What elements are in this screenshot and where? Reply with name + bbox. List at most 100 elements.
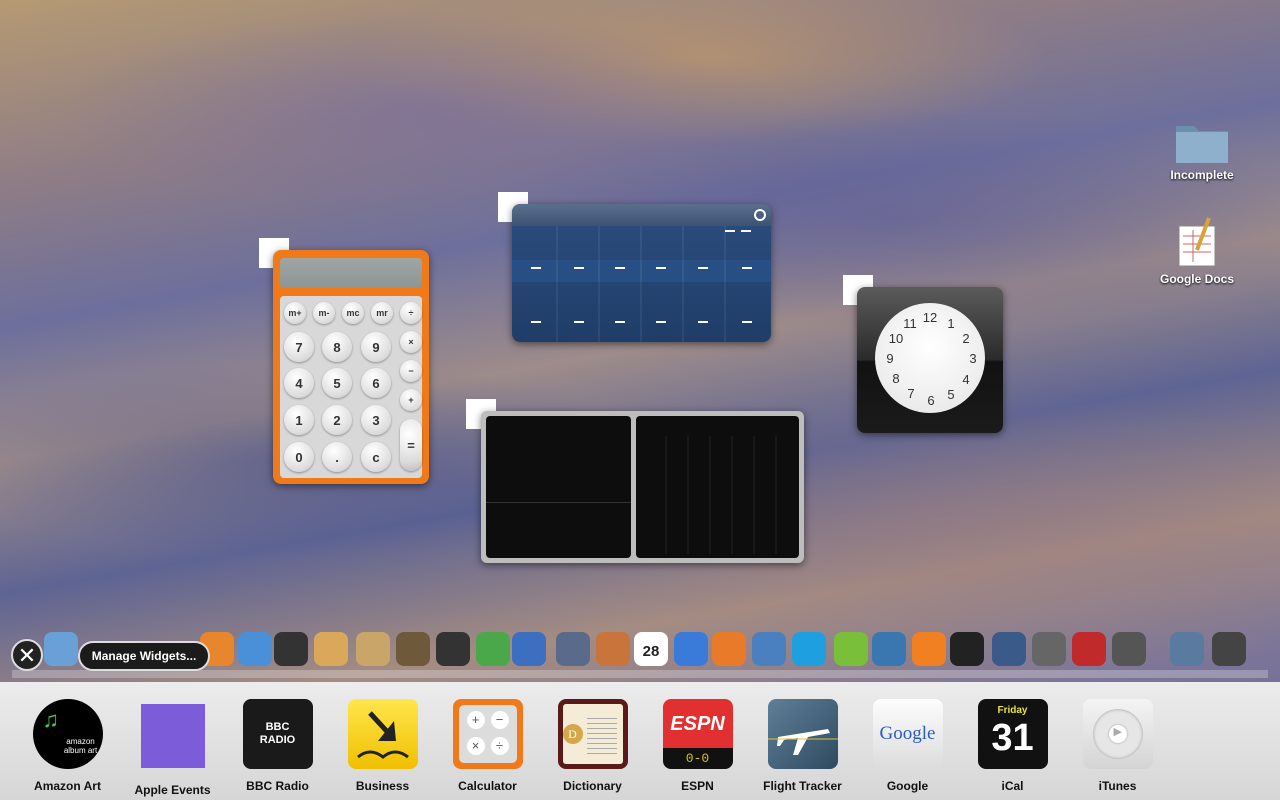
dashboard-icon[interactable]: [992, 632, 1026, 666]
widget-bar-item-apple-events[interactable]: Apple Events: [120, 682, 225, 797]
calc-key-plus[interactable]: +: [400, 389, 422, 411]
widget-bar-item-itunes[interactable]: ▶ iTunes: [1065, 682, 1170, 793]
clock-number: 9: [886, 351, 894, 366]
widget-bar-item-bbc-radio[interactable]: BBC RADIO BBC Radio: [225, 682, 330, 793]
widget-panel-left: [486, 416, 631, 558]
package-icon[interactable]: [314, 632, 348, 666]
clock-widget[interactable]: 12 1 2 3 4 5 6 7 8 9 10 11: [857, 287, 1003, 433]
people-icon[interactable]: [752, 632, 786, 666]
clock-number: 5: [947, 387, 955, 402]
widget-bar-item-label: Calculator: [458, 779, 517, 793]
calc-key-3[interactable]: 3: [361, 405, 391, 435]
finder-icon[interactable]: [44, 632, 78, 666]
vlc-icon[interactable]: [912, 632, 946, 666]
calc-key-mr[interactable]: mr: [371, 302, 393, 324]
ichat-icon[interactable]: [674, 632, 708, 666]
iphoto-icon[interactable]: [396, 632, 430, 666]
widget-bar-item-flight-tracker[interactable]: Flight Tracker: [750, 682, 855, 793]
calc-key-2[interactable]: 2: [322, 405, 352, 435]
calc-key-clear[interactable]: c: [361, 442, 391, 472]
downloads-folder-icon[interactable]: [1170, 632, 1204, 666]
keynote-icon[interactable]: [596, 632, 630, 666]
word-icon[interactable]: [512, 632, 546, 666]
amazon-art-icon: ♫ amazon album art: [32, 699, 103, 769]
itunes-icon: ▶: [1082, 699, 1153, 769]
widget-panel-right: [636, 416, 799, 558]
apple-events-icon: [140, 704, 205, 768]
widget-bar-item-label: iCal: [1001, 779, 1024, 793]
calc-key-7[interactable]: 7: [284, 332, 314, 362]
flight-tracker-icon: [767, 699, 838, 769]
calc-key-9[interactable]: 9: [361, 332, 391, 362]
calc-key-4[interactable]: 4: [284, 368, 314, 398]
widget-bar-item-google[interactable]: Google Google: [855, 682, 960, 793]
calc-key-decimal[interactable]: .: [322, 442, 352, 472]
manage-widgets-button[interactable]: Manage Widgets...: [78, 641, 210, 671]
calculator-display: [280, 258, 422, 288]
info-icon[interactable]: [754, 209, 766, 221]
pen-icon[interactable]: [556, 632, 590, 666]
calc-key-minus[interactable]: −: [400, 360, 422, 382]
sitemap-icon[interactable]: [476, 632, 510, 666]
dual-panel-widget[interactable]: [481, 411, 804, 563]
calc-key-mc[interactable]: mc: [342, 302, 364, 324]
system-preferences-icon[interactable]: [1032, 632, 1066, 666]
widget-bar-item-label: ESPN: [681, 779, 714, 793]
calculator-keypad: m+ m- mc mr ÷ 7 8 9 × 4 5 6 − 1 2 3 + 0 …: [280, 296, 422, 478]
xcode-icon[interactable]: [872, 632, 906, 666]
clock-number: 7: [907, 386, 915, 401]
clapper-icon[interactable]: [950, 632, 984, 666]
folder-icon: [1176, 126, 1228, 163]
clock-number: 10: [888, 331, 904, 346]
table-widget[interactable]: [512, 204, 771, 342]
desktop-icon-google-docs[interactable]: Google Docs: [1152, 214, 1242, 286]
calculator-icon: + − × ÷: [452, 699, 523, 769]
widget-bar-item-label: Business: [355, 779, 410, 793]
calc-key-8[interactable]: 8: [322, 332, 352, 362]
close-widget-bar-button[interactable]: ✕: [11, 639, 43, 671]
address-book-icon[interactable]: [356, 632, 390, 666]
dock-shelf: [12, 670, 1268, 678]
dictionary-icon: D: [557, 699, 628, 769]
calc-key-6[interactable]: 6: [361, 368, 391, 398]
aperture-icon[interactable]: [436, 632, 470, 666]
fireball-icon[interactable]: [712, 632, 746, 666]
widget-bar-item-ical[interactable]: Friday 31 iCal: [960, 682, 1065, 793]
calc-key-1[interactable]: 1: [284, 405, 314, 435]
widget-bar-item-amazon-art[interactable]: ♫ amazon album art Amazon Art: [15, 682, 120, 793]
bird-icon[interactable]: [274, 632, 308, 666]
desktop-icon-label: Incomplete: [1170, 168, 1234, 182]
calc-key-equals[interactable]: =: [400, 419, 422, 471]
espn-icon: ESPN 0-0: [662, 699, 733, 769]
widget-bar-item-label: Google: [886, 779, 929, 793]
calculator-widget[interactable]: m+ m- mc mr ÷ 7 8 9 × 4 5 6 − 1 2 3 + 0 …: [273, 250, 429, 484]
calc-key-5[interactable]: 5: [322, 368, 352, 398]
dock-ical-date: 28: [642, 643, 660, 660]
clock-number: 4: [962, 372, 970, 387]
calc-key-mplus[interactable]: m+: [284, 302, 306, 324]
recycle-icon[interactable]: [1112, 632, 1146, 666]
calc-key-mminus[interactable]: m-: [313, 302, 335, 324]
widget-bar-item-business[interactable]: Business: [330, 682, 435, 793]
calc-key-divide[interactable]: ÷: [400, 302, 422, 324]
business-icon: [347, 699, 418, 769]
widget-bar-item-espn[interactable]: ESPN 0-0 ESPN: [645, 682, 750, 793]
trash-icon[interactable]: [1212, 632, 1246, 666]
table-widget-grid: [531, 226, 752, 342]
google-icon: Google: [872, 699, 943, 769]
calc-key-0[interactable]: 0: [284, 442, 314, 472]
clock-number: 6: [927, 393, 935, 408]
calc-key-multiply[interactable]: ×: [400, 331, 422, 353]
espn-score: 0-0: [685, 751, 710, 766]
ical-icon[interactable]: 28: [634, 632, 668, 666]
ical-day: Friday: [997, 705, 1028, 716]
windows-icon[interactable]: [1072, 632, 1106, 666]
itunes-icon[interactable]: [238, 632, 272, 666]
clock-number: 12: [922, 310, 938, 325]
desktop-icon-incomplete[interactable]: Incomplete: [1157, 118, 1247, 182]
lime-icon[interactable]: [834, 632, 868, 666]
widget-bar-item-label: Flight Tracker: [763, 779, 842, 793]
widget-bar-item-dictionary[interactable]: D Dictionary: [540, 682, 645, 793]
widget-bar-item-calculator[interactable]: + − × ÷ Calculator: [435, 682, 540, 793]
skype-icon[interactable]: [792, 632, 826, 666]
